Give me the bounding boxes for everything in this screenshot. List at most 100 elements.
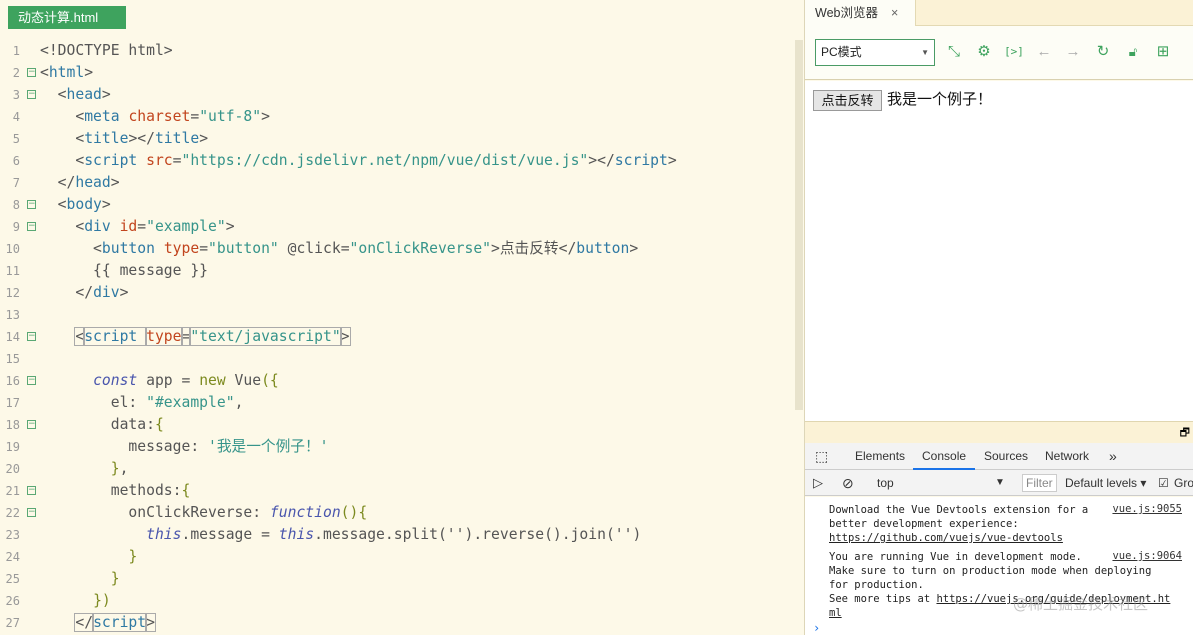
code-line[interactable]: 9− <div id="example">	[0, 216, 795, 238]
code-line[interactable]: 11 {{ message }}	[0, 260, 795, 282]
more-tabs-icon[interactable]: »	[1109, 443, 1117, 470]
code-token: id	[119, 218, 138, 235]
code-line[interactable]: 3− <head>	[0, 84, 795, 106]
file-tab[interactable]: 动态计算.html	[8, 6, 126, 29]
tab-sources[interactable]: Sources	[984, 443, 1028, 470]
code-line[interactable]: 5 <title></title>	[0, 128, 795, 150]
tab-elements[interactable]: Elements	[855, 443, 905, 470]
code-line[interactable]: 17 el: "#example",	[0, 392, 795, 414]
code-line[interactable]: 10 <button type="button" @click="onClick…	[0, 238, 795, 260]
fold-toggle-icon[interactable]: −	[27, 68, 36, 77]
code-text: data:{	[40, 414, 164, 436]
code-text: <div id="example">	[40, 216, 234, 238]
fold-toggle-icon[interactable]: −	[27, 508, 36, 517]
code-token: ></	[128, 130, 155, 147]
code-line[interactable]: 19 message: '我是一个例子！'	[0, 436, 795, 458]
code-line[interactable]: 27 </script>	[0, 612, 795, 634]
fold-toggle-icon[interactable]: −	[27, 376, 36, 385]
code-line[interactable]: 1 <!DOCTYPE html>	[0, 40, 795, 62]
code-line[interactable]: 2− <html>	[0, 62, 795, 84]
fold-toggle-icon[interactable]: −	[27, 90, 36, 99]
code-line[interactable]: 12 </div>	[0, 282, 795, 304]
tab-web-browser[interactable]: Web浏览器 ×	[805, 0, 915, 26]
code-line[interactable]: 14− <script type="text/javascript">	[0, 326, 795, 348]
context-select[interactable]: top	[877, 470, 894, 496]
code-token: .message.split('').reverse().join('')	[314, 526, 642, 543]
reverse-button[interactable]: 点击反转	[813, 90, 882, 111]
line-number: 11	[5, 264, 20, 278]
code-lines[interactable]: 1 <!DOCTYPE html> 2− <html> 3− <head> 4 <meta…	[0, 40, 795, 634]
code-token: Vue	[225, 372, 262, 389]
code-editor[interactable]: 动态计算.html 1 <!DOCTYPE html> 2− <html> 3− <he…	[0, 0, 804, 635]
lock-icon[interactable]: 🔓︎	[1122, 41, 1144, 63]
code-line[interactable]: 21− methods:{	[0, 480, 795, 502]
code-line[interactable]: 13	[0, 304, 795, 326]
editor-scrollbar[interactable]	[795, 40, 803, 410]
code-line[interactable]: 18− data:{	[0, 414, 795, 436]
code-line[interactable]: 22− onClickReverse: function(){	[0, 502, 795, 524]
reload-icon[interactable]: ↻	[1092, 41, 1114, 63]
code-line[interactable]: 15	[0, 348, 795, 370]
fold-toggle-icon[interactable]: −	[27, 222, 36, 231]
fold-toggle-icon[interactable]: −	[27, 420, 36, 429]
devtools-header: 🗗︎	[805, 421, 1193, 443]
tab-network[interactable]: Network	[1045, 443, 1089, 470]
mode-select[interactable]: PC模式 ▼	[815, 39, 935, 66]
group-checkbox[interactable]: ☑	[1158, 470, 1169, 496]
mode-select-value: PC模式	[821, 45, 862, 59]
code-line[interactable]: 16− const app = new Vue({	[0, 370, 795, 392]
code-token: <	[40, 86, 67, 103]
console-prompt[interactable]: ›	[813, 621, 820, 635]
levels-select[interactable]: Default levels ▾	[1065, 470, 1146, 496]
context-caret-icon[interactable]: ▼	[995, 470, 1005, 496]
source-link[interactable]: vue.js:9055	[1112, 503, 1182, 515]
clear-console-icon[interactable]: ⊘	[842, 470, 854, 496]
restore-icon[interactable]: 🗗︎	[1180, 424, 1190, 443]
code-line[interactable]: 7 </head>	[0, 172, 795, 194]
qr-code-icon[interactable]: ⊞	[1152, 41, 1174, 63]
code-text: </head>	[40, 172, 120, 194]
code-token: "#example"	[146, 394, 235, 411]
code-text: onClickReverse: function(){	[40, 502, 367, 524]
code-token: </	[74, 613, 95, 632]
terminal-icon[interactable]: [>]	[1003, 41, 1025, 63]
code-token: <	[40, 240, 102, 257]
fold-toggle-icon[interactable]: −	[27, 200, 36, 209]
tab-console[interactable]: Console	[913, 443, 976, 470]
expand-icon[interactable]: ⤡	[943, 41, 965, 63]
sidebar-toggle-icon[interactable]: ▷	[813, 470, 823, 496]
code-line[interactable]: 25 }	[0, 568, 795, 590]
code-token: app =	[137, 372, 200, 389]
filter-input[interactable]: Filter	[1022, 474, 1057, 492]
code-line[interactable]: 20 },	[0, 458, 795, 480]
devtools-tabs: ⬚ Elements Console Sources Network »	[805, 443, 1193, 470]
line-number: 19	[5, 440, 20, 454]
inspect-icon[interactable]: ⬚	[815, 443, 828, 470]
line-number: 20	[5, 462, 20, 476]
source-link[interactable]: vue.js:9064	[1112, 550, 1182, 562]
back-arrow-icon[interactable]: ←	[1033, 41, 1055, 63]
code-line[interactable]: 4 <meta charset="utf-8">	[0, 106, 795, 128]
line-number: 27	[5, 616, 20, 630]
code-text: {{ message }}	[40, 260, 208, 282]
code-token: script	[84, 152, 147, 169]
tab-bar	[915, 0, 1193, 26]
code-line[interactable]: 6 <script src="https://cdn.jsdelivr.net/…	[0, 150, 795, 172]
code-token: <!DOCTYPE html>	[40, 42, 173, 59]
fold-toggle-icon[interactable]: −	[27, 332, 36, 341]
fold-toggle-icon[interactable]: −	[27, 486, 36, 495]
code-line[interactable]: 24 }	[0, 546, 795, 568]
devtools-link[interactable]: https://github.com/vuejs/vue-devtools	[829, 532, 1063, 544]
code-line[interactable]: 26 })	[0, 590, 795, 612]
code-token: <	[40, 196, 67, 213]
code-line[interactable]: 8− <body>	[0, 194, 795, 216]
code-text: <body>	[40, 194, 111, 216]
code-token: >	[199, 130, 209, 147]
line-number: 26	[5, 594, 20, 608]
code-line[interactable]: 23 this.message = this.message.split('')…	[0, 524, 795, 546]
gear-icon[interactable]: ⚙	[973, 41, 995, 63]
close-icon[interactable]: ×	[891, 0, 898, 26]
forward-arrow-icon[interactable]: →	[1062, 41, 1084, 63]
code-token: {{ message }}	[40, 262, 209, 279]
